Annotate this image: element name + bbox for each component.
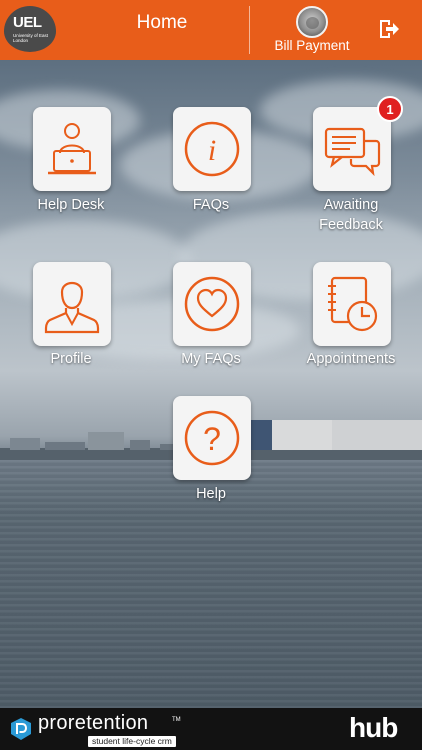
appointments-tile[interactable] [313,262,391,346]
awaiting-feedback-label: Awaiting Feedback [319,197,383,233]
avatar[interactable] [296,6,328,38]
help-desk-label: Help Desk [37,197,105,213]
heart-icon [184,276,240,332]
profile-tile[interactable] [33,262,111,346]
chat-bubbles-icon [324,127,381,177]
logo-main-text: UEL [13,14,42,31]
appointments-label: Appointments [306,351,396,367]
hub-logo: hub [349,712,398,743]
help-desk-tile[interactable] [33,107,111,191]
proretention-tagline: student life-cycle crm [88,736,176,747]
logo-sub-text: University of East London [13,33,49,43]
calendar-clock-icon [328,276,378,332]
app-footer: proretention TM student life-cycle crm h… [0,708,422,750]
header-divider [249,6,250,54]
my-faqs-label: My FAQs [181,351,241,367]
page-title: Home [136,12,188,33]
logout-icon[interactable] [376,16,402,42]
uel-logo: UEL University of East London [4,6,56,52]
proretention-logo-icon [10,717,32,741]
trademark-mark: TM [172,717,181,723]
help-tile[interactable]: ? [173,396,251,480]
profile-label: Profile [50,351,92,367]
svg-text:i: i [208,134,216,167]
computer-user-icon [48,123,96,175]
person-icon [44,281,100,334]
faqs-tile[interactable]: i [173,107,251,191]
notification-badge: 1 [377,96,403,122]
bill-payment-button[interactable]: Bill Payment [262,38,362,53]
help-label: Help [196,486,226,502]
faqs-label: FAQs [192,197,230,213]
app-header: UEL University of East London Home Bill … [0,0,422,60]
question-icon: ? [184,410,240,466]
info-icon: i [184,121,240,177]
svg-text:?: ? [203,421,221,457]
my-faqs-tile[interactable] [173,262,251,346]
awaiting-feedback-tile[interactable] [313,107,391,191]
proretention-brand: proretention [38,712,149,734]
